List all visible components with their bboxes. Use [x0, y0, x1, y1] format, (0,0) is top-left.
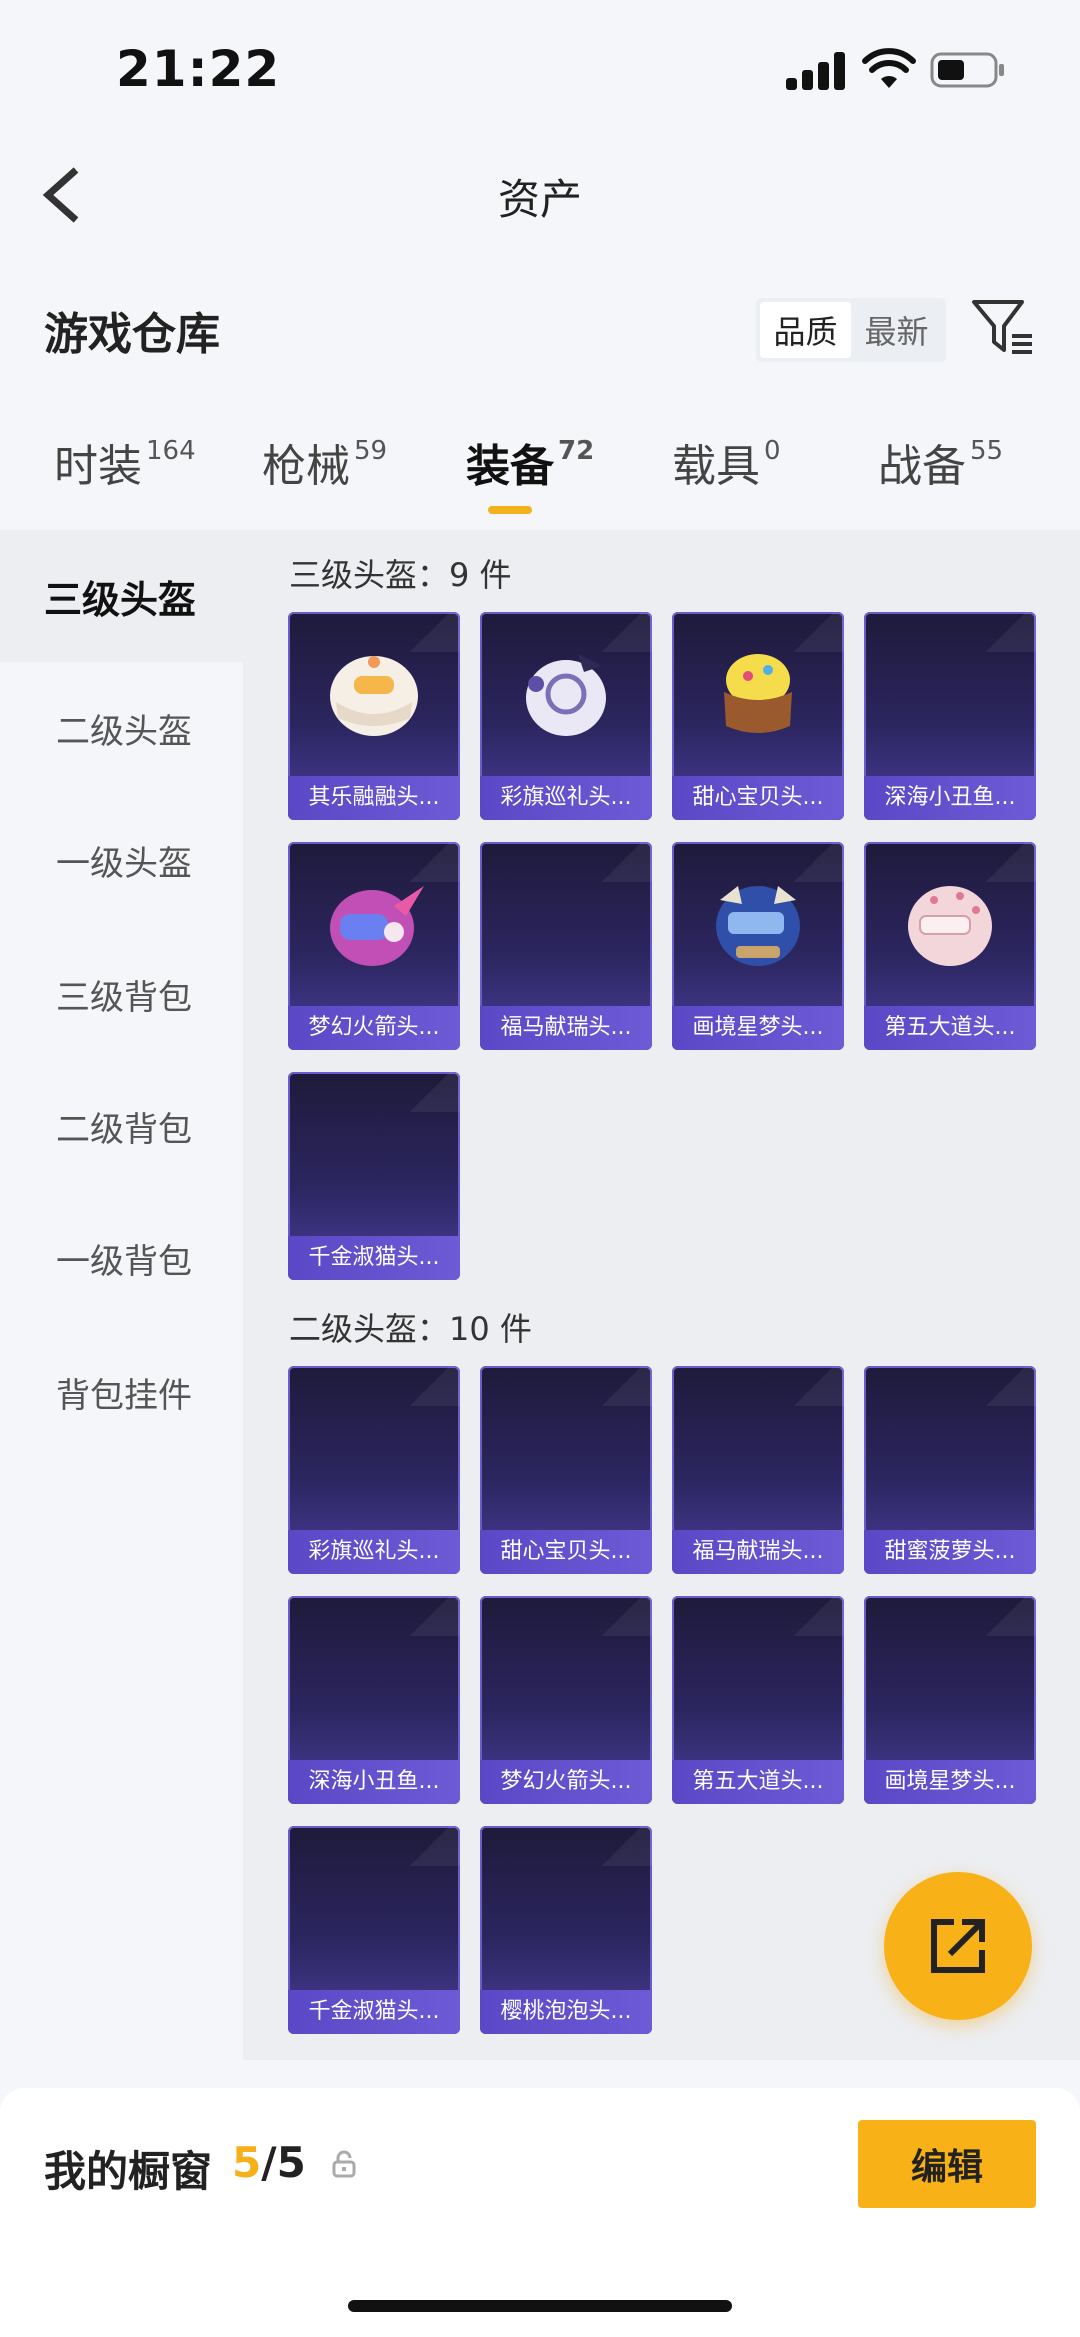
item-name: 深海小丑鱼... [864, 776, 1036, 820]
item-name: 福马献瑞头... [672, 1530, 844, 1574]
tab-bar: 时装 164 枪械 59 装备 72 载具 0 战备 55 [0, 430, 1080, 530]
item-name: 甜蜜菠萝头... [864, 1530, 1036, 1574]
battery-icon [930, 52, 1004, 88]
sort-option-latest[interactable]: 最新 [851, 302, 942, 358]
category-item[interactable]: 三级背包 [0, 928, 243, 1060]
item-name: 甜心宝贝头... [480, 1530, 652, 1574]
item-name: 第五大道头... [672, 1760, 844, 1804]
home-indicator [348, 2300, 732, 2312]
item-name: 樱桃泡泡头... [480, 1990, 652, 2034]
group-title: 二级头盔：10 件 [289, 1310, 532, 1348]
filter-icon[interactable] [970, 296, 1036, 358]
tab-gear[interactable]: 战备 55 [878, 430, 1003, 494]
showcase-label: 我的橱窗 [44, 2147, 213, 2196]
item-name: 梦幻火箭头... [288, 1006, 460, 1050]
item-card[interactable]: 福马献瑞头... [672, 1366, 844, 1574]
item-card[interactable]: 彩旗巡礼头... [288, 1366, 460, 1574]
item-name: 画境星梦头... [672, 1006, 844, 1050]
item-name: 福马献瑞头... [480, 1006, 652, 1050]
active-tab-indicator [488, 506, 532, 514]
category-item[interactable]: 二级背包 [0, 1060, 243, 1192]
item-name: 深海小丑鱼... [288, 1760, 460, 1804]
item-card[interactable]: 画境星梦头... [672, 842, 844, 1050]
cellular-signal-icon [786, 52, 846, 90]
item-card[interactable]: 千金淑猫头... [288, 1826, 460, 2034]
helmet-icon [330, 656, 418, 736]
lock-icon [332, 2150, 356, 2178]
item-card[interactable]: 梦幻火箭头... [288, 842, 460, 1050]
item-name: 千金淑猫头... [288, 1990, 460, 2034]
category-item[interactable]: 一级头盔 [0, 794, 243, 926]
status-time: 21:22 [116, 40, 281, 98]
helmet-icon [724, 654, 792, 733]
sort-option-quality[interactable]: 品质 [760, 302, 851, 358]
item-name: 彩旗巡礼头... [480, 776, 652, 820]
item-card[interactable]: 第五大道头... [672, 1596, 844, 1804]
item-card[interactable]: 其乐融融头... [288, 612, 460, 820]
category-item[interactable]: 一级背包 [0, 1192, 243, 1324]
item-name: 第五大道头... [864, 1006, 1036, 1050]
item-card[interactable]: 千金淑猫头... [288, 1072, 460, 1280]
item-card[interactable]: 樱桃泡泡头... [480, 1826, 652, 2034]
category-item[interactable]: 背包挂件 [0, 1326, 243, 1458]
helmet-icon [330, 886, 424, 966]
nav-bar: 资产 [0, 140, 1080, 250]
showcase-count: 5/5 [232, 2138, 306, 2187]
item-name: 甜心宝贝头... [672, 776, 844, 820]
item-name: 梦幻火箭头... [480, 1760, 652, 1804]
tab-equipment[interactable]: 装备 72 [466, 430, 594, 494]
item-card[interactable]: 深海小丑鱼... [864, 612, 1036, 820]
item-card[interactable]: 甜心宝贝头... [480, 1366, 652, 1574]
wifi-icon [862, 48, 916, 88]
item-grid: 三级头盔：9 件 其乐融融头... 彩旗巡礼头... 甜心宝贝头... 深海小丑… [243, 530, 1080, 2060]
share-icon [931, 1919, 985, 1973]
item-name: 千金淑猫头... [288, 1236, 460, 1280]
status-bar: 21:22 [0, 0, 1080, 130]
item-card[interactable]: 梦幻火箭头... [480, 1596, 652, 1804]
helmet-icon [908, 886, 992, 966]
item-card[interactable]: 画境星梦头... [864, 1596, 1036, 1804]
helmet-icon [526, 654, 606, 736]
item-name: 画境星梦头... [864, 1760, 1036, 1804]
category-item[interactable]: 三级头盔 [0, 530, 243, 662]
tab-weapons[interactable]: 枪械 59 [262, 430, 387, 494]
section-title: 游戏仓库 [44, 309, 220, 360]
item-card[interactable]: 甜蜜菠萝头... [864, 1366, 1036, 1574]
item-card[interactable]: 甜心宝贝头... [672, 612, 844, 820]
tab-fashion[interactable]: 时装 164 [54, 430, 196, 494]
item-card[interactable]: 彩旗巡礼头... [480, 612, 652, 820]
item-card[interactable]: 深海小丑鱼... [288, 1596, 460, 1804]
edit-button[interactable]: 编辑 [858, 2120, 1036, 2208]
group-title: 三级头盔：9 件 [289, 556, 512, 594]
sort-toggle: 品质 最新 [756, 298, 946, 362]
item-card[interactable]: 福马献瑞头... [480, 842, 652, 1050]
page-title: 资产 [497, 175, 582, 224]
category-item[interactable]: 二级头盔 [0, 662, 243, 794]
helmet-icon [716, 886, 800, 966]
share-button[interactable] [884, 1872, 1032, 2020]
item-card[interactable]: 第五大道头... [864, 842, 1036, 1050]
category-list: 三级头盔 二级头盔 一级头盔 三级背包 二级背包 一级背包 背包挂件 [0, 530, 243, 2060]
tab-vehicles[interactable]: 载具 0 [672, 430, 781, 494]
item-name: 彩旗巡礼头... [288, 1530, 460, 1574]
item-name: 其乐融融头... [288, 776, 460, 820]
